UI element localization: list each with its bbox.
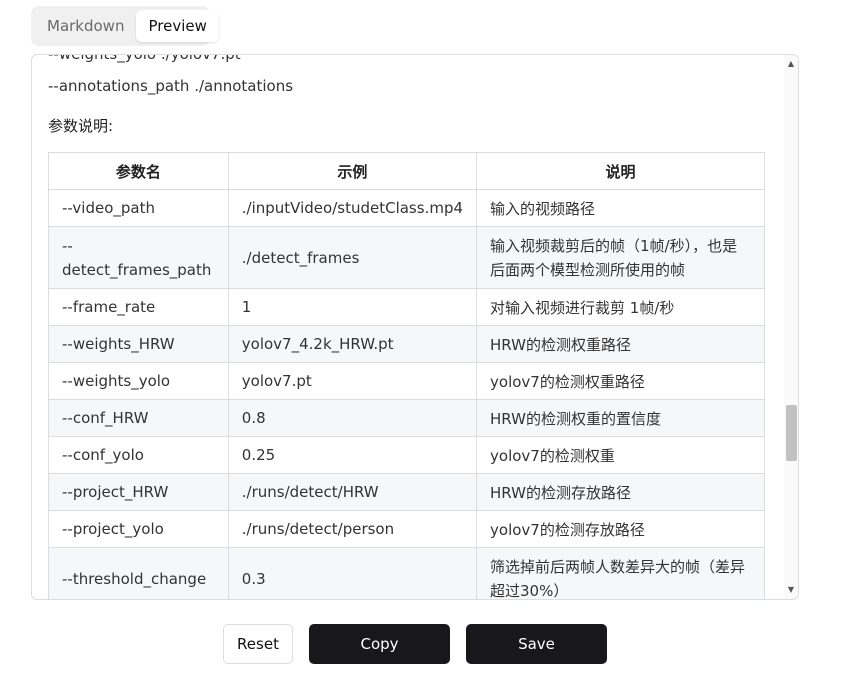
- param-name-cell: --video_path: [48, 189, 229, 227]
- param-name-cell: --conf_yolo: [48, 436, 229, 474]
- reset-button[interactable]: Reset: [223, 624, 293, 664]
- param-example-cell: yolov7_4.2k_HRW.pt: [227, 325, 478, 363]
- tab-markdown[interactable]: Markdown: [35, 10, 136, 42]
- preview-content: --weights_yolo ./yolov7.pt --annotations…: [48, 54, 766, 599]
- param-name-cell: --weights_HRW: [48, 325, 229, 363]
- param-example-cell: 0.8: [227, 399, 478, 437]
- param-description-cell: 对输入视频进行裁剪 1帧/秒: [476, 288, 765, 326]
- save-button[interactable]: Save: [466, 624, 607, 664]
- param-name-cell: --weights_yolo: [48, 362, 229, 400]
- view-mode-tabs: Markdown Preview: [31, 6, 219, 46]
- param-description-cell: yolov7的检测权重: [476, 436, 765, 474]
- param-description-cell: HRW的检测权重路径: [476, 325, 765, 363]
- param-example-cell: 0.25: [227, 436, 478, 474]
- param-description-cell: 输入视频裁剪后的帧（1帧/秒），也是后面两个模型检测所使用的帧: [476, 226, 765, 289]
- param-example-cell: ./runs/detect/HRW: [227, 473, 478, 511]
- partially-scrolled-line: --weights_yolo ./yolov7.pt: [48, 54, 241, 63]
- scroll-down-arrow-icon[interactable]: ▼: [784, 583, 798, 597]
- param-description-cell: 输入的视频路径: [476, 189, 765, 227]
- tab-preview[interactable]: Preview: [136, 10, 219, 42]
- param-example-cell: yolov7.pt: [227, 362, 478, 400]
- param-name-cell: --project_yolo: [48, 510, 229, 548]
- params-heading: 参数说明:: [48, 117, 114, 135]
- param-description-cell: yolov7的检测存放路径: [476, 510, 765, 548]
- param-example-cell: ./inputVideo/studetClass.mp4: [227, 189, 478, 227]
- table-row: --frame_rate 1 对输入视频进行裁剪 1帧/秒: [48, 288, 765, 326]
- column-header-description: 说明: [476, 152, 765, 190]
- column-header-name: 参数名: [48, 152, 229, 190]
- param-name-cell: --project_HRW: [48, 473, 229, 511]
- param-example-cell: ./detect_frames: [227, 226, 478, 289]
- column-header-example: 示例: [227, 152, 478, 190]
- vertical-scrollbar[interactable]: ▲ ▼: [784, 55, 798, 599]
- table-row: --threshold_change 0.3 筛选掉前后两帧人数差异大的帧（差异…: [48, 547, 765, 599]
- param-description-cell: 筛选掉前后两帧人数差异大的帧（差异超过30%）: [476, 547, 765, 599]
- params-table: 参数名 示例 说明 --video_path ./inputVideo/stud…: [48, 152, 765, 599]
- table-row: --weights_HRW yolov7_4.2k_HRW.pt HRW的检测权…: [48, 325, 765, 363]
- table-header-row: 参数名 示例 说明: [48, 152, 765, 190]
- scroll-up-arrow-icon[interactable]: ▲: [784, 57, 798, 71]
- table-row: --video_path ./inputVideo/studetClass.mp…: [48, 189, 765, 227]
- table-row: --conf_HRW 0.8 HRW的检测权重的置信度: [48, 399, 765, 437]
- table-row: --weights_yolo yolov7.pt yolov7的检测权重路径: [48, 362, 765, 400]
- param-description-cell: yolov7的检测权重路径: [476, 362, 765, 400]
- param-description-cell: HRW的检测存放路径: [476, 473, 765, 511]
- table-row: --conf_yolo 0.25 yolov7的检测权重: [48, 436, 765, 474]
- param-description-cell: HRW的检测权重的置信度: [476, 399, 765, 437]
- param-example-cell: 0.3: [227, 547, 478, 599]
- param-name-cell: --conf_HRW: [48, 399, 229, 437]
- param-example-cell: 1: [227, 288, 478, 326]
- param-example-cell: ./runs/detect/person: [227, 510, 478, 548]
- copy-button[interactable]: Copy: [309, 624, 450, 664]
- param-name-cell: --detect_frames_path: [48, 226, 229, 289]
- table-row: --project_HRW ./runs/detect/HRW HRW的检测存放…: [48, 473, 765, 511]
- param-name-cell: --frame_rate: [48, 288, 229, 326]
- table-row: --project_yolo ./runs/detect/person yolo…: [48, 510, 765, 548]
- preview-panel[interactable]: --weights_yolo ./yolov7.pt --annotations…: [31, 54, 799, 600]
- scrollbar-thumb[interactable]: [786, 405, 797, 461]
- command-line: --annotations_path ./annotations: [48, 77, 294, 95]
- param-name-cell: --threshold_change: [48, 547, 229, 599]
- table-row: --detect_frames_path ./detect_frames 输入视…: [48, 226, 765, 289]
